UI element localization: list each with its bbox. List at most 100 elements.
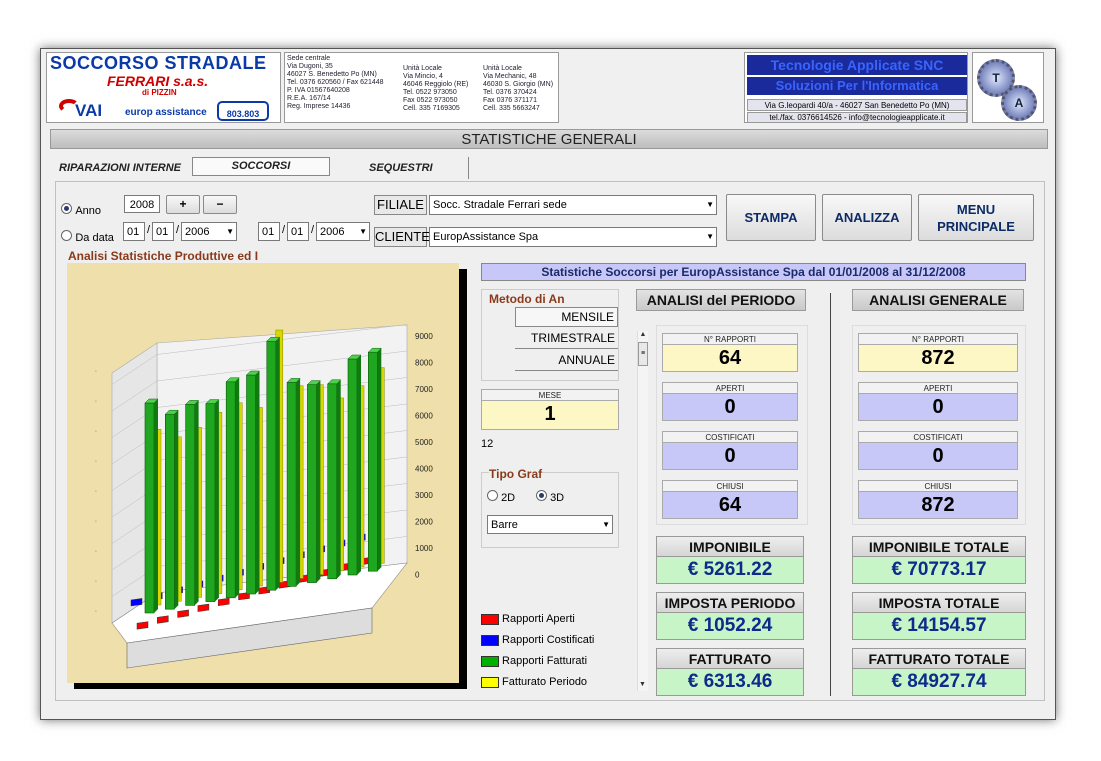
anno-radio[interactable]: Anno (61, 203, 101, 217)
bar-rapporti-fatturati (266, 340, 277, 591)
phone-badge: 803.803 (217, 101, 269, 121)
floor-marker (177, 609, 189, 618)
bar-side (154, 399, 158, 613)
anno-field[interactable]: 2008 (124, 195, 160, 213)
date-sep: / (176, 224, 180, 236)
stats-banner: Statistiche Soccorsi per EuropAssistance… (481, 263, 1026, 281)
scroll-thumb[interactable]: ≡ (638, 342, 648, 366)
bar-rapporti-fatturati (327, 383, 338, 580)
tab-sequestri[interactable]: SEQUESTRI (369, 162, 433, 174)
legend-swatch (481, 613, 499, 625)
y-tick-label: 1000 (415, 544, 433, 553)
address-line: Cell. 335 5663247 (483, 105, 540, 112)
column-divider (830, 293, 831, 696)
year-plus-button[interactable]: + (166, 195, 200, 214)
vai-text: VAI (75, 101, 103, 120)
periodo-fatturato-label: FATTURATO (656, 648, 804, 669)
floor-marker (130, 598, 143, 607)
address-line: 46046 Reggiolo (RE) (403, 81, 469, 88)
metodo-trimestrale[interactable]: TRIMESTRALE (515, 329, 618, 349)
tab-soccorsi[interactable]: SOCCORSI (192, 157, 330, 176)
address-line: Tel. 0376 370424 (483, 89, 537, 96)
y-tick-label: 5000 (415, 438, 433, 447)
page-title: STATISTICHE GENERALI (50, 129, 1048, 149)
periodo-costificati-value: 0 (662, 442, 798, 470)
bar-rapporti-fatturati (347, 358, 358, 576)
scroll-up-icon: ▲ (639, 331, 647, 338)
bar-rapporti-fatturati (185, 404, 195, 606)
year-minus-button[interactable]: − (203, 195, 237, 214)
periodo-rapporti-value: 64 (662, 344, 798, 372)
bar-side (194, 400, 199, 606)
radio-on-icon (61, 203, 72, 214)
bar-rapporti-fatturati (307, 384, 317, 583)
chevron-down-icon: ▼ (706, 200, 714, 209)
legend-swatch (481, 634, 499, 646)
date1-day[interactable]: 01 (123, 222, 145, 241)
legend-item: Fatturato Periodo (481, 676, 594, 697)
filiale-value: Socc. Stradale Ferrari sede (433, 199, 567, 211)
bar-rapporti-fatturati (205, 403, 216, 602)
bar-chart-3d: 9000 8000 7000 6000 5000 4000 3000 2000 1000 0 · · ·… (93, 324, 433, 669)
date1-year[interactable]: 2006 ▼ (181, 222, 237, 241)
tipo-select[interactable]: Barre ▼ (487, 515, 613, 534)
chart-legend: Rapporti Aperti Rapporti Costificati Rap… (481, 613, 594, 697)
chevron-down-icon: ▼ (602, 520, 610, 529)
y-tick-label-left: · (93, 608, 100, 614)
address-line: Unità Locale (403, 65, 442, 72)
date2-year[interactable]: 2006 ▼ (316, 222, 370, 241)
scrollbar[interactable]: ▲ ≡ (637, 331, 648, 691)
logo-subtitle: FERRARI s.a.s. (107, 73, 209, 89)
date-sep: / (147, 224, 151, 236)
menu-principale-button[interactable]: MENU PRINCIPALE (918, 194, 1034, 241)
bar-rapporti-fatturati (165, 413, 175, 610)
y-tick-label: 4000 (415, 465, 433, 474)
chevron-down-icon: ▼ (226, 227, 234, 236)
dadata-radio[interactable]: Da data (61, 230, 114, 244)
filiale-select[interactable]: Socc. Stradale Ferrari sede ▼ (429, 195, 717, 215)
software-tagline: Soluzioni Per l'Informatica (747, 77, 967, 95)
date1-month[interactable]: 01 (152, 222, 174, 241)
mese-field[interactable]: 1 (481, 400, 619, 430)
address-line: 46030 S. Giorgio (MN) (483, 81, 554, 88)
tab-riparazioni[interactable]: RIPARAZIONI INTERNE (59, 162, 181, 174)
legend-label: Fatturato Periodo (499, 676, 588, 688)
radio-3d[interactable]: 3D (536, 490, 564, 504)
address-line: Cell. 335 7169305 (403, 105, 460, 112)
metodo-annuale[interactable]: ANNUALE (515, 351, 618, 371)
bar-side (255, 371, 260, 594)
metodo-mensile[interactable]: MENSILE (515, 307, 618, 327)
generale-imposta-label: IMPOSTA TOTALE (852, 592, 1026, 613)
bar-side (235, 377, 240, 598)
cliente-select[interactable]: EuropAssistance Spa ▼ (429, 227, 717, 247)
tab-divider (468, 157, 469, 179)
floor-marker (136, 621, 149, 630)
periodo-imponibile-value: € 5261.22 (656, 556, 804, 584)
generale-rapporti-value: 872 (858, 344, 1018, 372)
stampa-button[interactable]: STAMPA (726, 194, 816, 241)
bar-side (336, 379, 341, 579)
y-tick-label-left: · (93, 428, 100, 434)
y-tick-label: 6000 (415, 412, 433, 421)
generale-imponibile-value: € 70773.17 (852, 556, 1026, 584)
legend-label: Rapporti Aperti (499, 613, 575, 625)
y-tick-label-left: · (93, 368, 100, 374)
address-line: Via Mechanic, 48 (483, 73, 537, 80)
generale-fatturato-label: FATTURATO TOTALE (852, 648, 1026, 669)
tipo-select-value: Barre (491, 519, 518, 531)
europ-text: europ assistance (125, 107, 207, 118)
menu-line2: PRINCIPALE (937, 219, 1015, 234)
date2-day[interactable]: 01 (258, 222, 280, 241)
date2-year-value: 2006 (320, 226, 345, 238)
floor-marker (197, 603, 210, 612)
date2-month[interactable]: 01 (287, 222, 309, 241)
analizza-button[interactable]: ANALIZZA (822, 194, 912, 241)
radio-2d[interactable]: 2D (487, 490, 515, 504)
scroll-down-icon[interactable]: ▼ (637, 681, 648, 688)
generale-aperti-value: 0 (858, 393, 1018, 421)
periodo-imposta-value: € 1052.24 (656, 612, 804, 640)
y-tick-label: 0 (415, 571, 420, 580)
gear-icon: A (1001, 85, 1037, 121)
address-line: Fax 0522 973050 (403, 97, 458, 104)
address-line: Sede centrale (287, 55, 331, 62)
